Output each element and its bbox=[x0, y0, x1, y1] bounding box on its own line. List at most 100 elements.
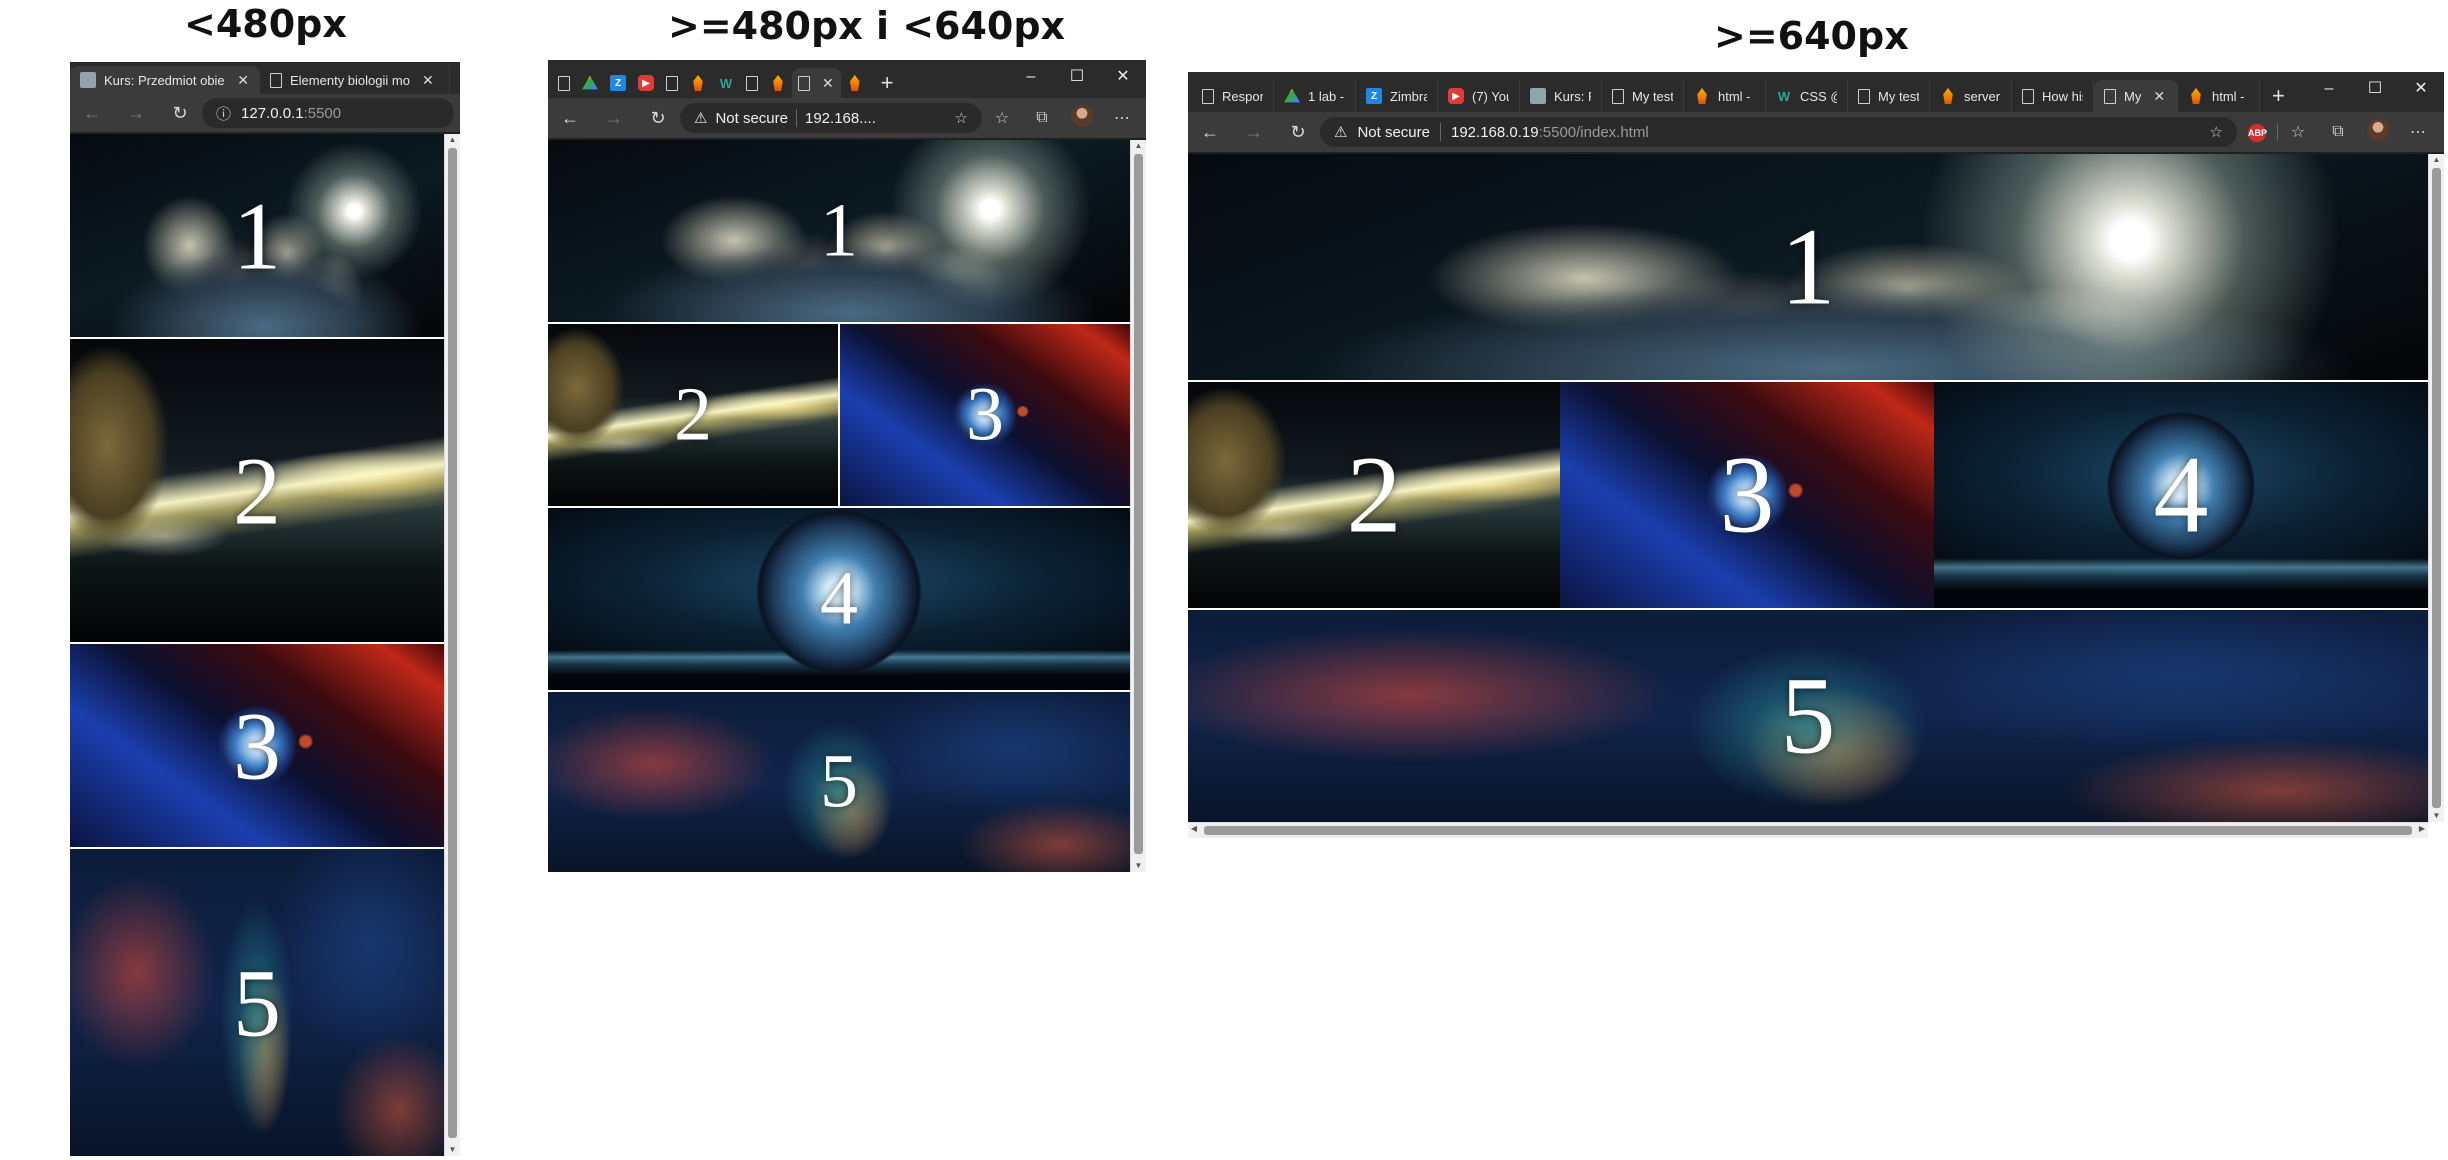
maximize-icon[interactable]: ☐ bbox=[1054, 60, 1100, 94]
tile-number: 3 bbox=[1719, 433, 1775, 556]
address-bar[interactable]: ⚠ Not secure 192.168.... ☆ bbox=[680, 103, 982, 133]
tab-5[interactable]: Kurs: PC bbox=[1520, 80, 1602, 112]
zimbra-icon: Z bbox=[1366, 88, 1382, 104]
address-bar[interactable]: ⓘ 127.0.0.1:5500 bbox=[202, 98, 454, 128]
vertical-scrollbar[interactable]: ▲ ▼ bbox=[1130, 140, 1146, 872]
back-icon[interactable]: ← bbox=[1188, 122, 1232, 143]
tile-number: 2 bbox=[674, 372, 712, 457]
favorites-icon[interactable]: ☆ bbox=[982, 108, 1022, 128]
tab-8[interactable] bbox=[740, 68, 764, 98]
scroll-down-icon[interactable]: ▼ bbox=[2429, 810, 2444, 822]
tab-2[interactable] bbox=[576, 68, 604, 98]
server-icon bbox=[2191, 88, 2201, 104]
close-icon[interactable]: ✕ bbox=[2153, 88, 2165, 105]
image-tile-5: 5 bbox=[70, 849, 444, 1156]
address-bar[interactable]: ⚠ Not secure 192.168.0.19:5500/index.htm… bbox=[1320, 117, 2237, 147]
forward-icon[interactable]: → bbox=[114, 103, 158, 124]
profile-avatar[interactable] bbox=[2358, 118, 2398, 146]
tab-9[interactable] bbox=[764, 68, 792, 98]
tab-label: My test bbox=[1632, 88, 1673, 104]
minimize-icon[interactable]: – bbox=[2306, 72, 2352, 106]
server-icon bbox=[849, 75, 860, 91]
horizontal-scrollbar[interactable]: ◀ ▶ bbox=[1188, 822, 2428, 838]
back-icon[interactable]: ← bbox=[70, 103, 114, 124]
scrollbar-thumb[interactable] bbox=[1134, 154, 1143, 854]
image-tile-2: 2 bbox=[548, 324, 838, 506]
maximize-icon[interactable]: ☐ bbox=[2352, 72, 2398, 106]
adblock-icon[interactable]: ABP bbox=[2237, 123, 2277, 142]
tab-10-active[interactable]: ✕ bbox=[792, 68, 841, 98]
close-window-icon[interactable]: ✕ bbox=[1100, 60, 1146, 94]
scroll-right-icon[interactable]: ▶ bbox=[2416, 823, 2428, 835]
tab-11[interactable]: How his bbox=[2012, 80, 2094, 112]
tab-elementy[interactable]: Elementy biologii mo ✕ bbox=[260, 66, 450, 94]
tile-number: 1 bbox=[233, 182, 281, 289]
tab-label: html - h bbox=[2212, 88, 2249, 104]
new-tab-icon[interactable]: + bbox=[2260, 80, 2297, 112]
scrollbar-thumb[interactable] bbox=[448, 148, 457, 1138]
tile-number: 5 bbox=[820, 739, 858, 824]
close-icon[interactable]: ✕ bbox=[822, 75, 834, 92]
tab-6[interactable] bbox=[684, 68, 712, 98]
scrollbar-thumb[interactable] bbox=[2432, 168, 2441, 808]
tab-7[interactable]: html - h bbox=[1684, 80, 1766, 112]
image-tile-1: 1 bbox=[1188, 154, 2428, 380]
tab-label: How his bbox=[2042, 88, 2083, 104]
favorites-icon[interactable]: ☆ bbox=[2278, 122, 2318, 142]
close-icon[interactable]: ✕ bbox=[422, 72, 434, 89]
scroll-down-icon[interactable]: ▼ bbox=[445, 1144, 460, 1156]
reload-icon[interactable]: ↻ bbox=[158, 103, 202, 124]
tab-8[interactable]: W CSS @n bbox=[1766, 80, 1848, 112]
tab-12-active[interactable]: My ✕ bbox=[2094, 80, 2178, 112]
reload-icon[interactable]: ↻ bbox=[636, 108, 680, 129]
forward-icon[interactable]: → bbox=[592, 108, 636, 129]
tab-4[interactable]: ▶ bbox=[632, 68, 660, 98]
tab-7[interactable]: W bbox=[712, 68, 740, 98]
server-icon bbox=[1697, 88, 1707, 104]
more-icon[interactable]: ⋯ bbox=[1102, 108, 1142, 128]
tab-1[interactable] bbox=[552, 68, 576, 98]
scroll-left-icon[interactable]: ◀ bbox=[1188, 823, 1200, 835]
tab-3[interactable]: Z bbox=[604, 68, 632, 98]
tab-13[interactable]: html - h bbox=[2178, 80, 2260, 112]
scroll-down-icon[interactable]: ▼ bbox=[1131, 860, 1146, 872]
new-tab-icon[interactable]: + bbox=[869, 68, 906, 98]
image-tile-1: 1 bbox=[70, 134, 444, 337]
tab-label: Kurs: Przedmiot obiek bbox=[104, 72, 226, 88]
scrollbar-thumb[interactable] bbox=[1204, 826, 2412, 835]
reload-icon[interactable]: ↻ bbox=[1276, 122, 1320, 143]
url-rest: :5500 bbox=[303, 104, 342, 122]
close-window-icon[interactable]: ✕ bbox=[2398, 72, 2444, 106]
tab-11[interactable] bbox=[841, 68, 869, 98]
document-icon bbox=[2104, 88, 2116, 104]
minimize-icon[interactable]: – bbox=[1008, 60, 1054, 94]
info-icon[interactable]: ⓘ bbox=[216, 103, 231, 124]
drive-icon bbox=[1284, 88, 1300, 103]
document-icon bbox=[666, 75, 678, 91]
tab-kurs[interactable]: Kurs: Przedmiot obiek ✕ bbox=[70, 66, 260, 94]
tab-6[interactable]: My test bbox=[1602, 80, 1684, 112]
favorite-add-icon[interactable]: ☆ bbox=[2210, 123, 2223, 141]
tab-1[interactable]: Respon bbox=[1192, 80, 1274, 112]
document-icon bbox=[2022, 88, 2034, 104]
tab-3[interactable]: Z Zimbra bbox=[1356, 80, 1438, 112]
forward-icon[interactable]: → bbox=[1232, 122, 1276, 143]
scroll-up-icon[interactable]: ▲ bbox=[1131, 140, 1146, 152]
tab-2[interactable]: 1 lab - ( bbox=[1274, 80, 1356, 112]
close-icon[interactable]: ✕ bbox=[237, 72, 249, 89]
scroll-up-icon[interactable]: ▲ bbox=[445, 134, 460, 146]
tab-10[interactable]: server - bbox=[1930, 80, 2012, 112]
tab-9[interactable]: My test bbox=[1848, 80, 1930, 112]
tab-4[interactable]: ▶ (7) YouT bbox=[1438, 80, 1520, 112]
collections-icon[interactable]: ⧉ bbox=[1022, 109, 1062, 127]
vertical-scrollbar[interactable]: ▲ ▼ bbox=[444, 134, 460, 1156]
vertical-scrollbar[interactable]: ▲ ▼ bbox=[2428, 154, 2444, 822]
tab-5[interactable] bbox=[660, 68, 684, 98]
profile-avatar[interactable] bbox=[1062, 104, 1102, 132]
more-icon[interactable]: ⋯ bbox=[2398, 122, 2438, 142]
back-icon[interactable]: ← bbox=[548, 108, 592, 129]
favorite-add-icon[interactable]: ☆ bbox=[955, 109, 968, 127]
collections-icon[interactable]: ⧉ bbox=[2318, 123, 2358, 141]
scroll-up-icon[interactable]: ▲ bbox=[2429, 154, 2444, 166]
warning-icon: ⚠ bbox=[694, 110, 708, 127]
